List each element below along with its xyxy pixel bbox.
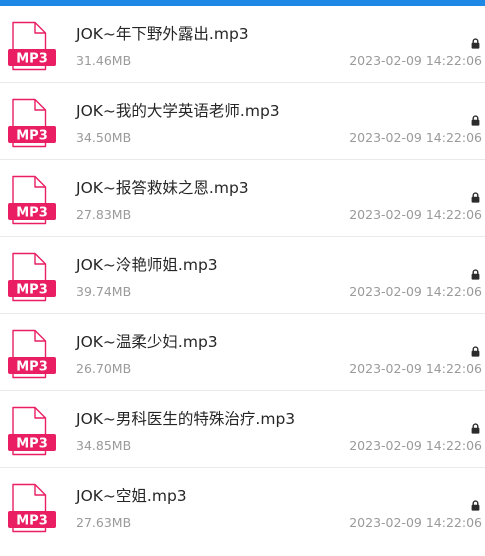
- svg-text:MP3: MP3: [16, 360, 48, 375]
- mp3-file-icon: MP3: [6, 252, 58, 302]
- svg-text:MP3: MP3: [16, 514, 48, 529]
- file-date: 2023-02-09 14:22:06: [349, 130, 482, 145]
- file-size: 34.50MB: [76, 130, 132, 145]
- file-list-item[interactable]: MP3 JOK~泠艳师姐.mp3 39.74MB 2023-02-09 14:2…: [0, 237, 485, 314]
- svg-text:MP3: MP3: [16, 52, 48, 67]
- file-size: 27.63MB: [76, 515, 132, 530]
- file-date: 2023-02-09 14:22:06: [349, 515, 482, 530]
- file-name: JOK~年下野外露出.mp3: [76, 25, 249, 43]
- file-size: 39.74MB: [76, 284, 132, 299]
- mp3-file-icon: MP3: [6, 329, 58, 379]
- file-list: MP3 JOK~年下野外露出.mp3 31.46MB 2023-02-09 14…: [0, 6, 485, 545]
- lock-icon: [471, 115, 480, 126]
- mp3-file-icon: MP3: [6, 175, 58, 225]
- lock-icon: [471, 346, 480, 357]
- lock-icon: [471, 192, 480, 203]
- lock-icon: [471, 269, 480, 280]
- file-size: 34.85MB: [76, 438, 132, 453]
- file-name: JOK~我的大学英语老师.mp3: [76, 102, 280, 120]
- file-size: 26.70MB: [76, 361, 132, 376]
- file-list-item[interactable]: MP3 JOK~男科医生的特殊治疗.mp3 34.85MB 2023-02-09…: [0, 391, 485, 468]
- lock-icon: [471, 38, 480, 49]
- lock-icon: [471, 423, 480, 434]
- file-name: JOK~空姐.mp3: [76, 487, 187, 505]
- mp3-file-icon: MP3: [6, 98, 58, 148]
- file-size: 31.46MB: [76, 53, 132, 68]
- svg-text:MP3: MP3: [16, 437, 48, 452]
- file-list-item[interactable]: MP3 JOK~空姐.mp3 27.63MB 2023-02-09 14:22:…: [0, 468, 485, 545]
- file-list-item[interactable]: MP3 JOK~年下野外露出.mp3 31.46MB 2023-02-09 14…: [0, 6, 485, 83]
- file-name: JOK~温柔少妇.mp3: [76, 333, 218, 351]
- mp3-file-icon: MP3: [6, 406, 58, 456]
- file-date: 2023-02-09 14:22:06: [349, 207, 482, 222]
- file-size: 27.83MB: [76, 207, 132, 222]
- file-date: 2023-02-09 14:22:06: [349, 284, 482, 299]
- mp3-file-icon: MP3: [6, 483, 58, 533]
- file-date: 2023-02-09 14:22:06: [349, 438, 482, 453]
- file-list-item[interactable]: MP3 JOK~我的大学英语老师.mp3 34.50MB 2023-02-09 …: [0, 83, 485, 160]
- file-name: JOK~报答救妹之恩.mp3: [76, 179, 249, 197]
- lock-icon: [471, 500, 480, 511]
- svg-text:MP3: MP3: [16, 206, 48, 221]
- file-name: JOK~泠艳师姐.mp3: [76, 256, 218, 274]
- file-name: JOK~男科医生的特殊治疗.mp3: [76, 410, 296, 428]
- svg-text:MP3: MP3: [16, 283, 48, 298]
- svg-text:MP3: MP3: [16, 129, 48, 144]
- file-date: 2023-02-09 14:22:06: [349, 53, 482, 68]
- file-list-item[interactable]: MP3 JOK~报答救妹之恩.mp3 27.83MB 2023-02-09 14…: [0, 160, 485, 237]
- mp3-file-icon: MP3: [6, 21, 58, 71]
- file-date: 2023-02-09 14:22:06: [349, 361, 482, 376]
- file-list-item[interactable]: MP3 JOK~温柔少妇.mp3 26.70MB 2023-02-09 14:2…: [0, 314, 485, 391]
